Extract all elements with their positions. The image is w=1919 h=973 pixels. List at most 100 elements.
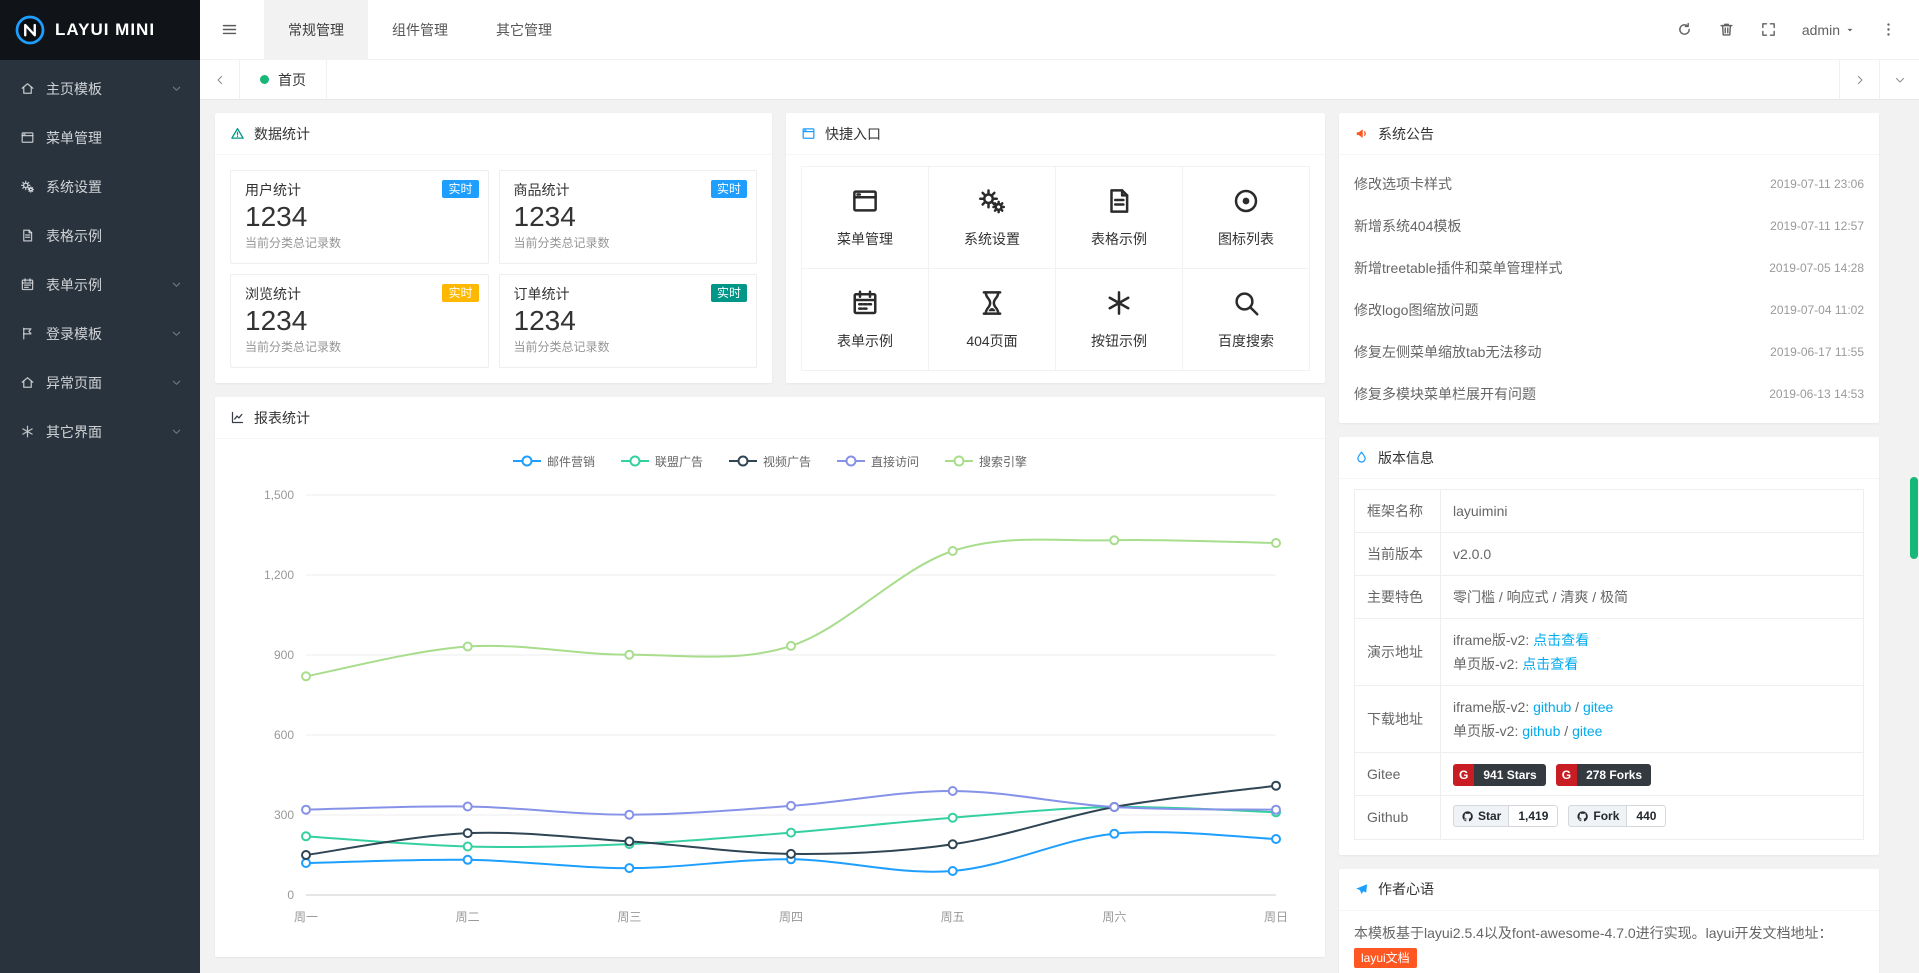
alert-icon (230, 126, 245, 141)
quick-tile[interactable]: 按钮示例 (1056, 269, 1182, 370)
github-badge[interactable]: Star1,419 (1453, 805, 1558, 827)
quick-tile[interactable]: 菜单管理 (802, 167, 928, 268)
user-name: admin (1802, 22, 1840, 38)
scrollbar-thumb[interactable] (1910, 477, 1918, 559)
legend-item[interactable]: 视频广告 (729, 453, 811, 470)
fullscreen-button[interactable] (1748, 0, 1790, 59)
sidebar-item-system-settings[interactable]: 系统设置 (0, 162, 200, 211)
legend-item[interactable]: 搜索引擎 (945, 453, 1027, 470)
clear-cache-button[interactable] (1706, 0, 1748, 59)
sidebar-menu: 主页模板菜单管理系统设置表格示例表单示例登录模板异常页面其它界面 (0, 60, 200, 456)
version-table-body: 框架名称layuimini当前版本v2.0.0主要特色零门槛 / 响应式 / 清… (1355, 490, 1864, 840)
svg-text:周四: 周四 (779, 910, 803, 924)
stat-badge: 实时 (442, 180, 478, 198)
sidebar-item-table-demo[interactable]: 表格示例 (0, 211, 200, 260)
card-head: 数据统计 (215, 113, 772, 155)
legend-label: 邮件营销 (547, 453, 595, 470)
card-head: 作者心语 (1339, 869, 1879, 911)
tabs-scroll-right-button[interactable] (1839, 60, 1879, 99)
trash-icon (1718, 21, 1735, 38)
chevron-left-icon (214, 74, 226, 86)
version-row-label: Gitee (1355, 753, 1441, 796)
hourglass-icon (977, 288, 1007, 318)
header-tab-other[interactable]: 其它管理 (472, 0, 576, 59)
stat-caption: 当前分类总记录数 (245, 339, 474, 355)
topbar-actions: admin (1664, 0, 1919, 59)
sidebar-toggle-button[interactable] (200, 0, 258, 59)
sidebar-item-login-template[interactable]: 登录模板 (0, 309, 200, 358)
notice-title[interactable]: 新增系统404模板 (1354, 216, 1461, 236)
card-title: 快捷入口 (825, 124, 881, 144)
link-prefix: iframe版-v2: (1453, 632, 1533, 648)
version-row-label: 当前版本 (1355, 533, 1441, 576)
legend-item[interactable]: 联盟广告 (621, 453, 703, 470)
version-link[interactable]: github (1522, 723, 1560, 739)
version-row-value: Star1,419 Fork440 (1441, 796, 1864, 840)
sidebar-item-menu-manage[interactable]: 菜单管理 (0, 113, 200, 162)
chevron-down-icon (171, 328, 182, 339)
quick-tile[interactable]: 404页面 (929, 269, 1055, 370)
legend-item[interactable]: 直接访问 (837, 453, 919, 470)
sidebar-item-form-demo[interactable]: 表单示例 (0, 260, 200, 309)
gears-icon (977, 186, 1007, 216)
github-badge[interactable]: Fork440 (1568, 805, 1666, 827)
link-prefix: 单页版-v2: (1453, 723, 1522, 739)
asterisk-icon (1104, 288, 1134, 318)
quick-tile[interactable]: 系统设置 (929, 167, 1055, 268)
sidebar-item-error-pages[interactable]: 异常页面 (0, 358, 200, 407)
version-row-value: G941 Stars G278 Forks (1441, 753, 1864, 796)
header-tab-label: 组件管理 (392, 20, 448, 40)
notice-date: 2019-07-04 11:02 (1770, 303, 1864, 317)
layui-doc-badge[interactable]: layui文档 (1354, 948, 1417, 968)
notice-date: 2019-07-11 23:06 (1770, 177, 1864, 191)
stat-box: 用户统计1234当前分类总记录数实时 (230, 170, 489, 264)
notice-item: 修改logo图缩放问题 2019-07-04 11:02 (1354, 289, 1864, 331)
github-badge-count: 1,419 (1509, 805, 1558, 827)
ellipsis-vertical-icon (1880, 21, 1897, 38)
version-link[interactable]: 点击查看 (1522, 656, 1578, 672)
quick-tile[interactable]: 表单示例 (802, 269, 928, 370)
gitee-badge-text: 278 Forks (1577, 764, 1651, 786)
version-link[interactable]: gitee (1572, 723, 1602, 739)
header-tab-label: 常规管理 (288, 20, 344, 40)
header-tab-general[interactable]: 常规管理 (264, 0, 368, 59)
notice-title[interactable]: 修改选项卡样式 (1354, 174, 1452, 194)
legend-label: 搜索引擎 (979, 453, 1027, 470)
notice-item: 修复左侧菜单缩放tab无法移动2019-06-17 11:55 (1354, 331, 1864, 373)
sidebar-item-home-template[interactable]: 主页模板 (0, 64, 200, 113)
version-link[interactable]: github (1533, 699, 1571, 715)
svg-text:300: 300 (274, 808, 294, 822)
refresh-button[interactable] (1664, 0, 1706, 59)
version-link[interactable]: gitee (1583, 699, 1613, 715)
notice-title[interactable]: 新增treetable插件和菜单管理样式 (1354, 258, 1562, 278)
card-report: 报表统计 邮件营销联盟广告视频广告直接访问搜索引擎 03006009001,20… (215, 397, 1325, 957)
svg-text:900: 900 (274, 648, 294, 662)
user-menu[interactable]: admin (1790, 0, 1867, 59)
github-logo-icon (1576, 810, 1589, 823)
quick-tile[interactable]: 表格示例 (1056, 167, 1182, 268)
main-area: 常规管理 组件管理 其它管理 admin 首页 (200, 0, 1919, 973)
quick-tile-label: 按钮示例 (1091, 331, 1147, 351)
legend-item[interactable]: 邮件营销 (513, 453, 595, 470)
gitee-badge[interactable]: G941 Stars (1453, 764, 1546, 786)
header-tab-label: 其它管理 (496, 20, 552, 40)
quick-tile[interactable]: 百度搜索 (1183, 269, 1309, 370)
notice-title[interactable]: 修改logo图缩放问题 (1354, 300, 1478, 320)
refresh-icon (1676, 21, 1693, 38)
more-menu-button[interactable] (1867, 0, 1909, 59)
gitee-badge[interactable]: G278 Forks (1556, 764, 1651, 786)
tab-home[interactable]: 首页 (240, 60, 327, 99)
app-logo[interactable]: LAYUI MINI (0, 0, 200, 60)
legend-marker-icon (513, 455, 541, 467)
chevron-right-icon (1854, 74, 1866, 86)
header-tab-components[interactable]: 组件管理 (368, 0, 472, 59)
quick-tile[interactable]: 图标列表 (1183, 167, 1309, 268)
notice-title[interactable]: 修复多模块菜单栏展开有问题 (1354, 384, 1536, 404)
tabs-scroll-left-button[interactable] (200, 60, 240, 99)
home-icon (20, 81, 35, 96)
stat-label: 用户统计 (245, 181, 474, 199)
notice-title[interactable]: 修复左侧菜单缩放tab无法移动 (1354, 342, 1541, 362)
stats-grid: 用户统计1234当前分类总记录数实时商品统计1234当前分类总记录数实时浏览统计… (215, 155, 772, 383)
sidebar-item-other-ui[interactable]: 其它界面 (0, 407, 200, 456)
version-link[interactable]: 点击查看 (1533, 632, 1589, 648)
